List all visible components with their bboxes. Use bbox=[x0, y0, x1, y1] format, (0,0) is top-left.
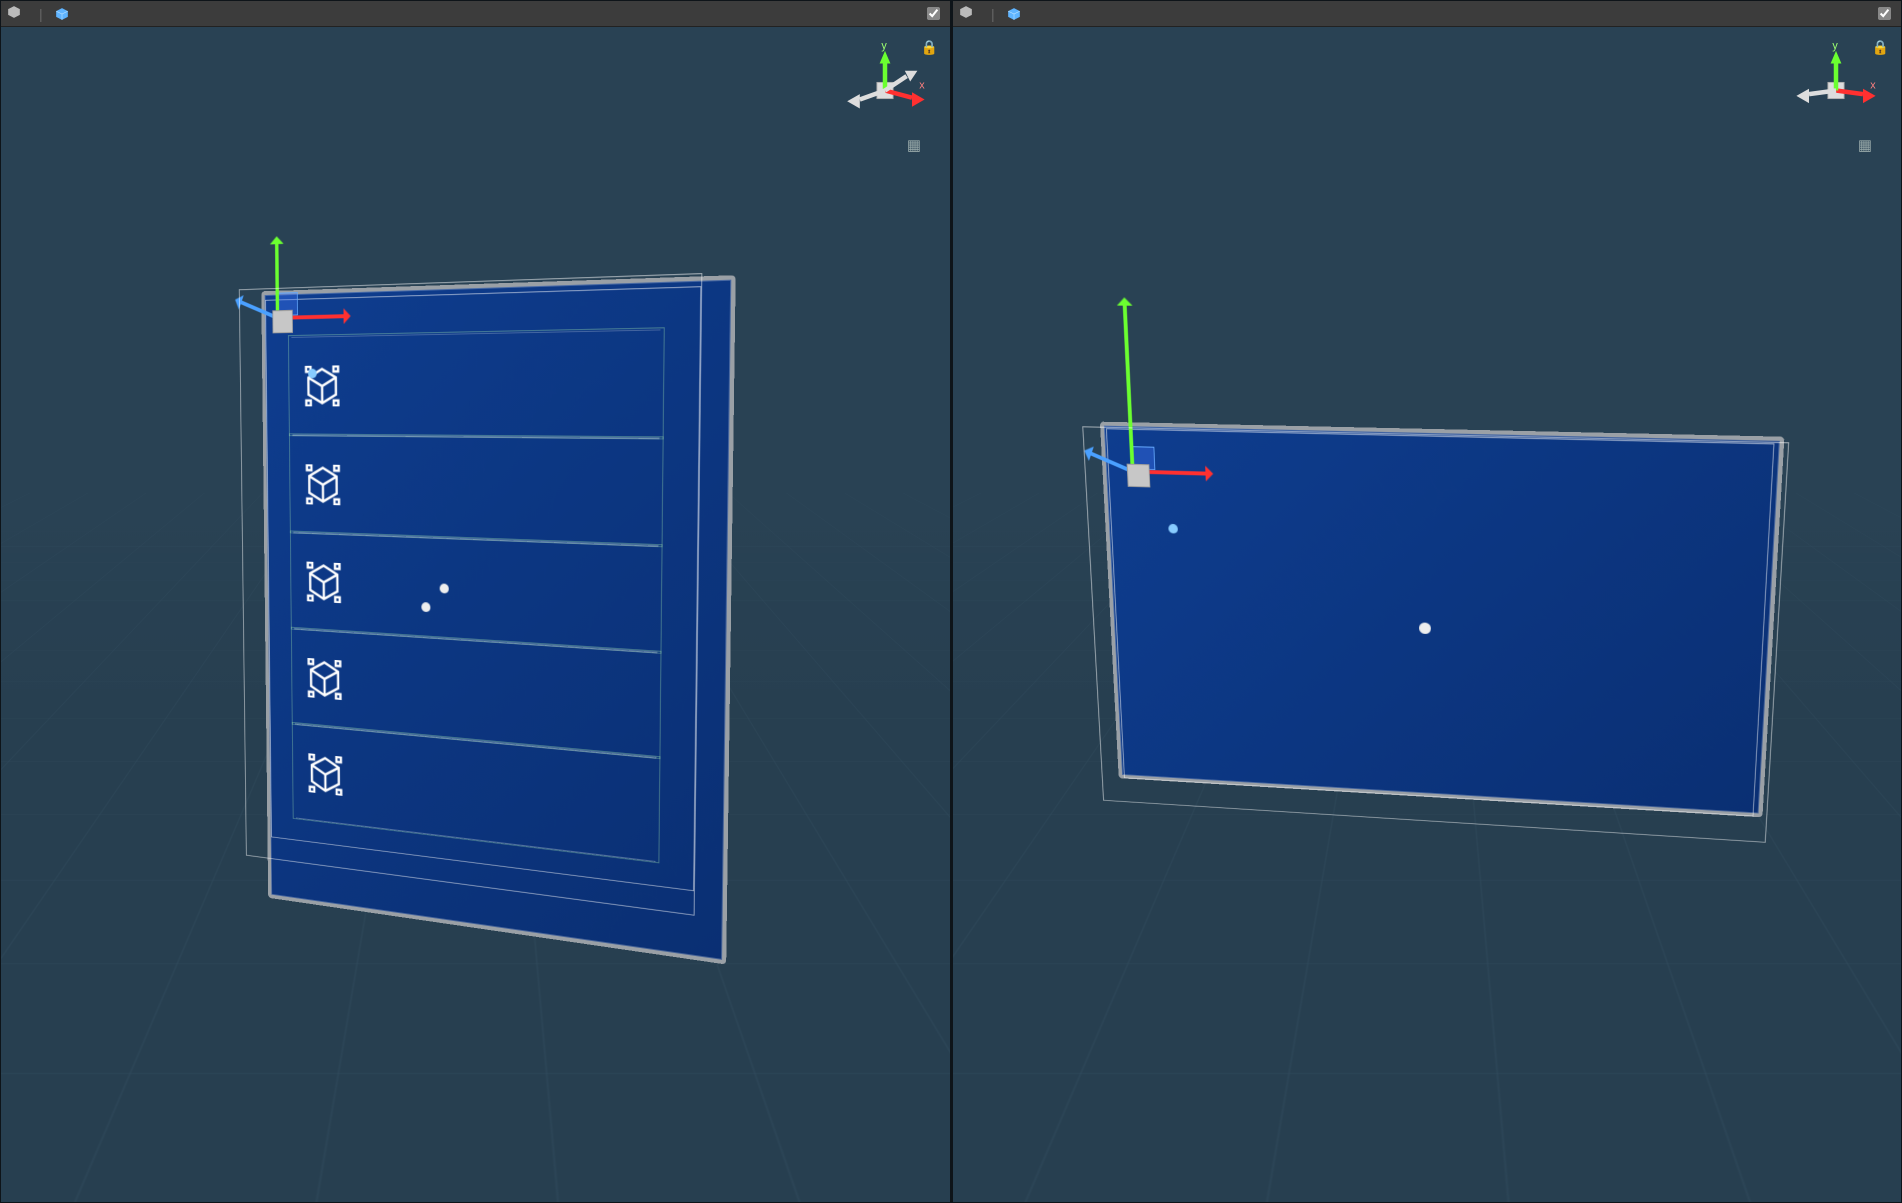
ground-grid bbox=[951, 0, 1902, 493]
list-item[interactable] bbox=[291, 329, 660, 438]
auto-save-checkbox[interactable] bbox=[1878, 7, 1891, 20]
prefab-cube-icon bbox=[1007, 7, 1021, 21]
svg-text:y: y bbox=[1832, 41, 1838, 52]
toolbar-left: | bbox=[1, 1, 950, 27]
breadcrumb-right[interactable]: | bbox=[959, 5, 1027, 22]
scroll-wire-tail bbox=[1184, 777, 1684, 1203]
scene-pane-left[interactable]: | 🔒 x y bbox=[0, 0, 951, 1203]
breadcrumb-separator: | bbox=[991, 6, 995, 22]
gizmo-free-dot[interactable] bbox=[308, 368, 317, 378]
projection-label[interactable]: ▦ bbox=[907, 136, 925, 154]
persp-grid-icon: ▦ bbox=[907, 136, 921, 154]
unity-logo-icon bbox=[959, 5, 973, 22]
svg-text:x: x bbox=[1870, 80, 1876, 92]
prefab-cube-icon bbox=[55, 7, 69, 21]
persp-grid-icon: ▦ bbox=[1858, 136, 1872, 154]
object-grid bbox=[1131, 469, 1737, 793]
gizmo-axis-y[interactable] bbox=[1123, 301, 1135, 471]
orientation-gizmo[interactable]: x y bbox=[1791, 41, 1881, 131]
mrtk-button-icon bbox=[306, 657, 342, 699]
pivot-dot-icon bbox=[439, 583, 448, 593]
gizmo-axis-y[interactable] bbox=[275, 240, 279, 318]
breadcrumb-separator: | bbox=[39, 6, 43, 22]
auto-save-toggle[interactable] bbox=[1878, 7, 1895, 20]
breadcrumb-left[interactable]: | bbox=[7, 5, 75, 22]
projection-label[interactable]: ▦ bbox=[1858, 136, 1876, 154]
gizmo-center-cube[interactable] bbox=[272, 309, 293, 333]
axis-y-label: y bbox=[881, 41, 887, 52]
auto-save-checkbox[interactable] bbox=[927, 7, 940, 20]
toolbar-right: | bbox=[953, 1, 1901, 27]
button-list-panel[interactable] bbox=[268, 296, 688, 883]
mrtk-button-icon bbox=[307, 752, 343, 795]
unity-logo-icon bbox=[7, 5, 21, 22]
scene-viewport-left[interactable] bbox=[1, 27, 950, 1202]
mrtk-button-icon bbox=[305, 561, 342, 603]
pivot-dot-icon bbox=[421, 602, 430, 612]
list-item[interactable] bbox=[293, 532, 658, 652]
scene-pane-right[interactable]: | 🔒 x y bbox=[951, 0, 1902, 1203]
orientation-gizmo[interactable]: x y bbox=[840, 41, 930, 131]
list-item[interactable] bbox=[292, 435, 659, 546]
mrtk-button-icon bbox=[304, 463, 341, 504]
auto-save-toggle[interactable] bbox=[927, 7, 944, 20]
scene-viewport-right[interactable] bbox=[953, 27, 1901, 1202]
axis-x-label: x bbox=[919, 80, 925, 92]
object-grid-panel[interactable] bbox=[1112, 439, 1764, 810]
